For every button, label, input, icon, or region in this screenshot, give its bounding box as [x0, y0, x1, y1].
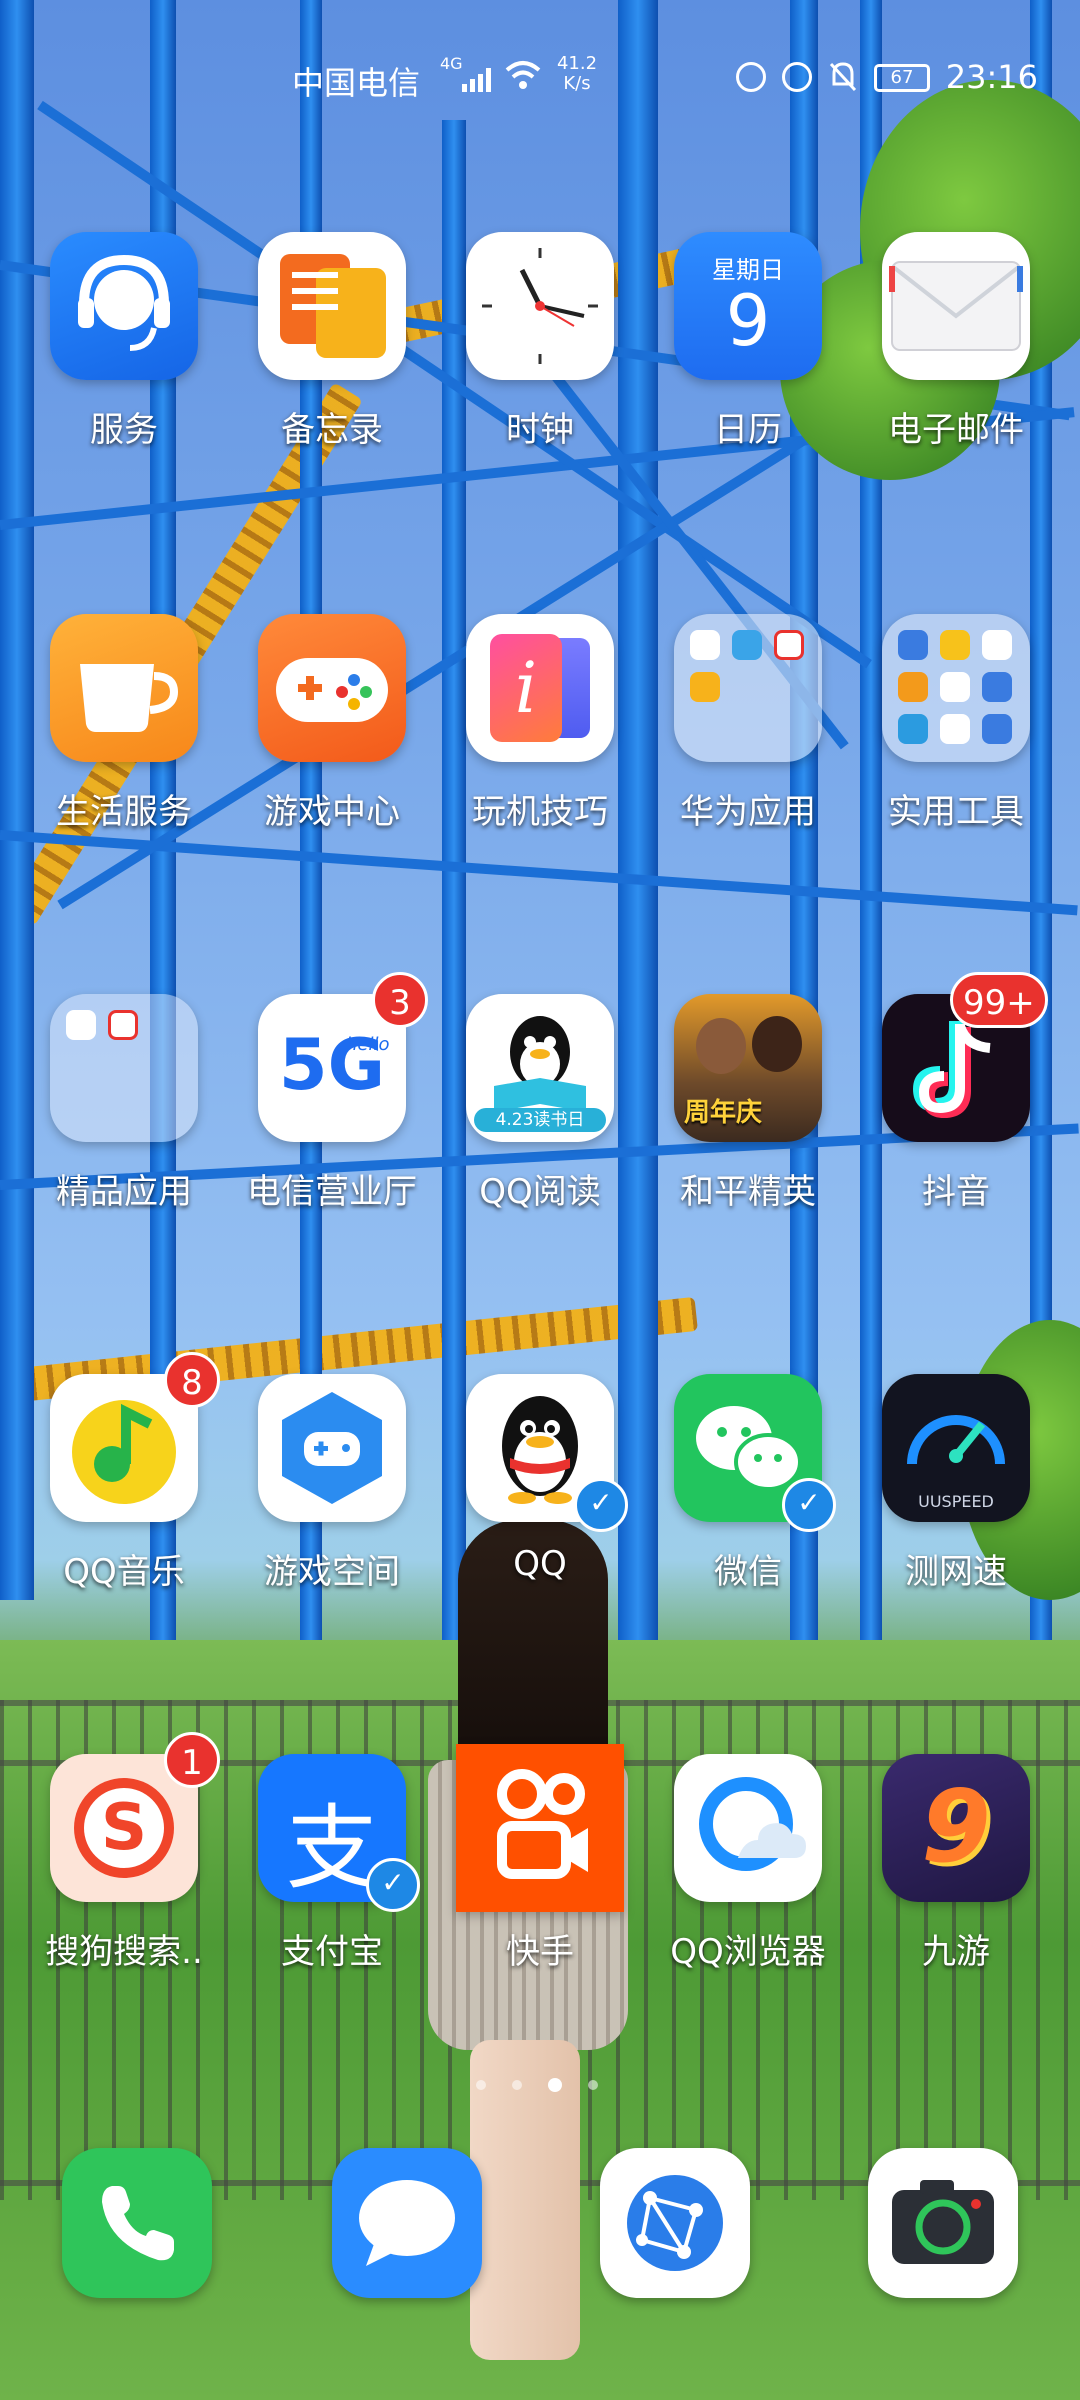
app-cewangsu[interactable]: UUSPEED 测网速 — [832, 1374, 1032, 1594]
cup-icon — [50, 614, 198, 762]
folder-huawei-apps[interactable]: 华为应用 — [624, 614, 824, 834]
app-beiwanglu[interactable]: 备忘录 — [208, 232, 408, 452]
app-douyin[interactable]: 99+ 抖音 — [832, 972, 1048, 1214]
app-sogou[interactable]: S 1 搜狗搜索.. — [0, 1732, 220, 1974]
anniversary-banner: 周年庆 — [684, 1098, 763, 1128]
clock-time: 23:16 — [945, 58, 1038, 96]
clock-icon — [466, 232, 614, 380]
camera-icon — [868, 2148, 1018, 2298]
app-dianxin[interactable]: 5G hello 3 电信营业厅 — [208, 972, 428, 1214]
calendar-day: 9 — [725, 280, 771, 362]
battery-level: 67 — [890, 67, 914, 88]
app-label: 九游 — [922, 1932, 990, 1972]
folder-icon — [50, 994, 198, 1142]
verified-icon: ✓ — [782, 1478, 836, 1532]
folder-icon — [882, 614, 1030, 762]
dock-messages[interactable] — [332, 2148, 482, 2298]
phone-icon — [62, 2148, 212, 2298]
folder-jingpin[interactable]: 精品应用 — [0, 994, 200, 1214]
app-label: 电子邮件 — [888, 410, 1024, 450]
speedometer-icon: UUSPEED — [882, 1374, 1030, 1522]
app-kuaishou[interactable]: 快手 — [416, 1744, 624, 1974]
jiuyou-glyph: 9 — [921, 1768, 991, 1885]
penguin-icon: ✓ — [466, 1374, 628, 1532]
sogou-glyph: S — [84, 1788, 164, 1868]
app-qqbrowser[interactable]: QQ浏览器 — [624, 1754, 826, 1974]
app-jiuyou[interactable]: 9 九游 — [832, 1754, 1032, 1974]
app-qqmusic[interactable]: 8 QQ音乐 — [0, 1352, 220, 1594]
status-bar: 中国电信 4G 41.2 K/s 67 23:16 — [0, 48, 1080, 108]
app-heping[interactable]: 周年庆 和平精英 — [624, 994, 824, 1214]
signal-icon — [462, 64, 491, 92]
carrier-name: 中国电信 — [292, 64, 421, 102]
mute-bell-icon — [828, 60, 858, 94]
globe-icon — [600, 2148, 750, 2298]
app-qqread[interactable]: 4.23读书日 QQ阅读 — [416, 994, 616, 1214]
video-camera-icon — [456, 1744, 624, 1912]
app-wanji[interactable]: i 玩机技巧 — [416, 614, 616, 834]
calendar-icon: 星期日 9 — [674, 232, 822, 380]
page-indicator — [476, 2078, 598, 2092]
app-shenghuo[interactable]: 生活服务 — [0, 614, 200, 834]
uuspeed-brand: UUSPEED — [918, 1492, 994, 1511]
app-fuwu[interactable]: 服务 — [0, 232, 200, 452]
app-youxi[interactable]: 游戏中心 — [208, 614, 408, 834]
app-label: 实用工具 — [888, 792, 1024, 832]
app-alipay[interactable]: 支 ✓ 支付宝 — [208, 1754, 420, 1974]
battery-icon: 67 — [874, 64, 930, 92]
network-speed: 41.2 K/s — [556, 53, 598, 94]
game-character-icon: 周年庆 — [674, 994, 822, 1142]
folder-tools[interactable]: 实用工具 — [832, 614, 1032, 834]
network-type: 4G — [440, 54, 463, 73]
alarm-icon — [782, 62, 812, 92]
page-dot[interactable] — [588, 2080, 598, 2090]
notes-icon — [258, 232, 406, 380]
verified-icon: ✓ — [366, 1858, 420, 1912]
app-shizhong[interactable]: 时钟 — [416, 232, 616, 452]
message-icon — [332, 2148, 482, 2298]
app-rili[interactable]: 星期日 9 日历 — [624, 232, 824, 452]
hello-text: hello — [346, 1034, 390, 1055]
eye-comfort-icon — [736, 62, 766, 92]
dock-phone[interactable] — [62, 2148, 212, 2298]
reading-day-banner: 4.23读书日 — [474, 1108, 606, 1132]
jiuyou-icon: 9 — [882, 1754, 1030, 1902]
folder-icon — [674, 614, 822, 762]
alipay-icon: 支 ✓ — [258, 1754, 420, 1912]
app-email[interactable]: 电子邮件 — [832, 232, 1032, 452]
dock-camera[interactable] — [868, 2148, 1018, 2298]
verified-icon: ✓ — [574, 1478, 628, 1532]
tips-icon: i — [466, 614, 614, 762]
app-label: 抖音 — [922, 1172, 990, 1212]
tips-glyph: i — [490, 634, 562, 742]
notification-badge: 99+ — [950, 972, 1048, 1028]
browser-icon — [674, 1754, 822, 1902]
dock-browser[interactable] — [600, 2148, 750, 2298]
home-screen: 中国电信 4G 41.2 K/s 67 23:16 服务 备忘录 时钟 星期日 … — [0, 0, 1080, 2400]
page-dot[interactable] — [512, 2080, 522, 2090]
app-game-space[interactable]: 游戏空间 — [208, 1374, 408, 1594]
penguin-book-icon: 4.23读书日 — [466, 994, 614, 1142]
headset-icon — [50, 232, 198, 380]
page-dot-active[interactable] — [548, 2078, 562, 2092]
app-qq[interactable]: ✓ QQ — [416, 1374, 628, 1594]
chat-bubbles-icon: ✓ — [674, 1374, 836, 1532]
app-label: 测网速 — [905, 1552, 1007, 1592]
app-wechat[interactable]: ✓ 微信 — [624, 1374, 836, 1594]
wifi-icon — [505, 60, 541, 90]
page-dot[interactable] — [476, 2080, 486, 2090]
game-space-icon — [258, 1374, 406, 1522]
gamepad-icon — [258, 614, 406, 762]
envelope-icon — [882, 232, 1030, 380]
